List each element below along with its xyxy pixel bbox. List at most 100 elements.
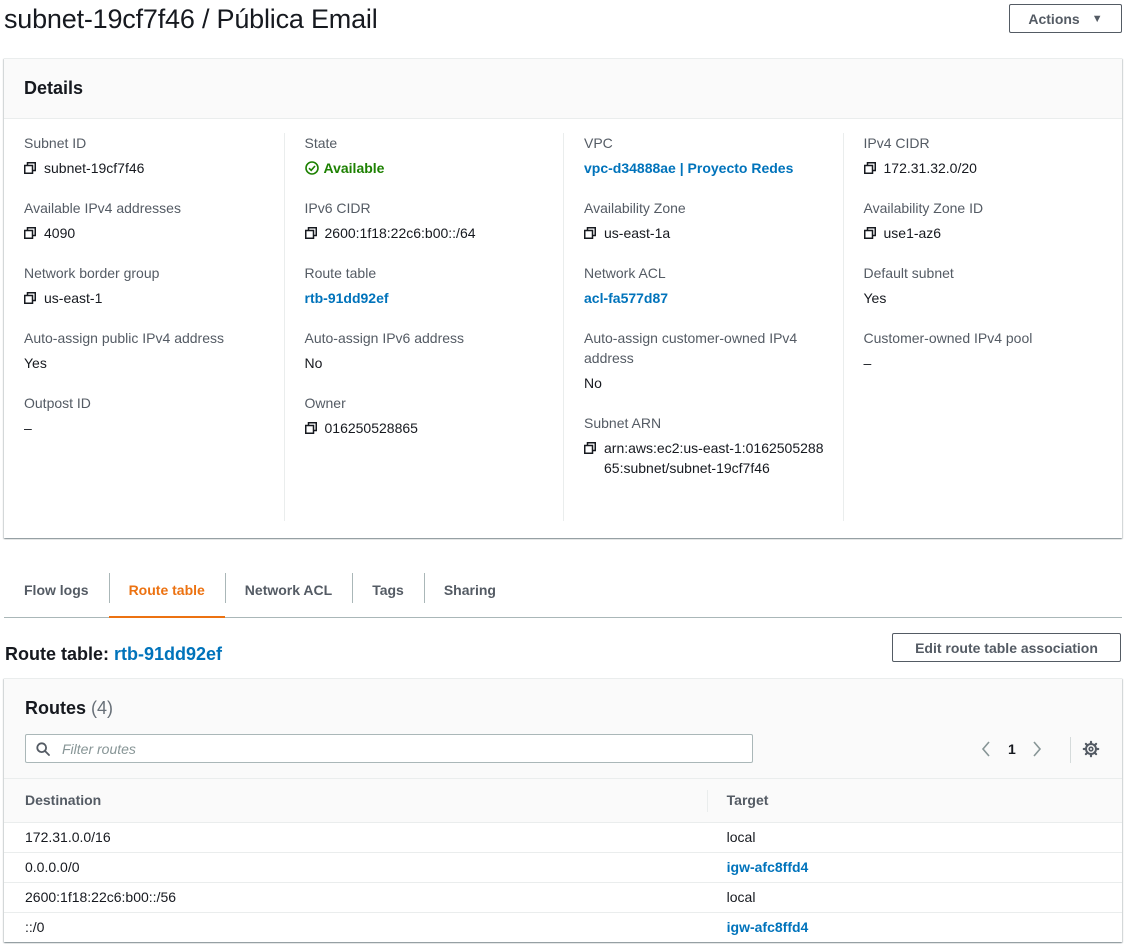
copy-icon[interactable] [304,422,317,434]
route-destination: 172.31.0.0/16 [4,822,707,853]
detail-field: Auto-assign public IPv4 address Yes [24,328,272,373]
route-destination: 0.0.0.0/0 [4,852,707,883]
column-header-target[interactable]: Target [706,779,1122,823]
status-text: Available [323,160,385,176]
table-row: 2600:1f18:22c6:b00::/56 local [4,882,1122,913]
detail-field: Auto-assign IPv6 address No [305,328,552,373]
detail-value: acl-fa577d87 [584,288,831,308]
routes-table: Destination Target 172.31.0.0/16 local 0.0… [4,779,1122,942]
detail-value: rtb-91dd92ef [305,288,552,308]
tab-sharing[interactable]: Sharing [423,563,516,617]
copy-icon[interactable] [304,227,317,239]
search-icon [36,741,50,756]
detail-field: Subnet ID subnet-19cf7f46 [24,133,272,178]
detail-value-text: No [304,355,323,371]
copy-icon[interactable] [584,227,596,239]
table-row: ::/0 igw-afc8ffd4 [4,912,1122,942]
filter-routes-input[interactable] [60,739,720,758]
column-header-destination[interactable]: Destination [4,779,707,823]
detail-field: Default subnet Yes [864,263,1111,308]
tab-network-acl[interactable]: Network ACL [224,563,352,617]
detail-value: Yes [24,353,272,373]
routes-header-row: Destination Target [4,779,1122,823]
details-column: Subnet ID subnet-19cf7f46 Available IPv4 a… [4,133,284,521]
tab-flow-logs[interactable]: Flow logs [4,563,109,617]
detail-field: IPv4 CIDR 172.31.32.0/20 [863,133,1111,178]
route-target: local [706,822,1122,853]
detail-label: Owner [304,395,346,411]
page-title: subnet-19cf7f46 / Pública Email [4,4,378,34]
detail-label: Availability Zone [584,200,686,216]
detail-label: VPC [584,135,613,151]
edit-route-table-association-button[interactable]: Edit route table association [892,633,1121,662]
tab-bar: Flow logs Route table Network ACL Tags Shari… [4,563,1122,618]
detail-field: Customer-owned IPv4 pool – [864,328,1111,373]
detail-label: Network border group [24,265,160,281]
detail-label: Customer-owned IPv4 pool [863,330,1033,346]
detail-value-text: Yes [863,290,887,306]
detail-label: Subnet ARN [584,415,662,431]
detail-label: IPv6 CIDR [304,200,371,216]
page-number[interactable]: 1 [1008,741,1016,757]
detail-field: Network ACL acl-fa577d87 [584,263,831,308]
detail-field: VPC vpc-d34888ae | Proyecto Redes [584,133,831,178]
copy-icon[interactable] [24,292,36,304]
table-row: 172.31.0.0/16 local [4,822,1122,853]
details-column: State Available IPv6 CIDR 2600:1f18:22c6:b0… [283,133,564,521]
detail-field: Available IPv4 addresses 4090 [24,198,272,243]
details-header: Details [4,59,1122,119]
copy-icon[interactable] [863,227,876,239]
tab-route-table[interactable]: Route table [108,563,226,618]
previous-page-icon[interactable] [980,738,992,760]
copy-icon[interactable] [863,162,876,174]
copy-icon[interactable] [584,442,596,454]
details-column: IPv4 CIDR 172.31.32.0/20 Availability Zone… [842,133,1123,521]
table-row: 0.0.0.0/0 igw-afc8ffd4 [4,852,1122,883]
detail-link[interactable]: acl-fa577d87 [584,288,668,308]
check-circle-icon [304,161,319,175]
tab-tags[interactable]: Tags [352,563,424,617]
pagination-divider [1070,737,1071,763]
status-available: Available [304,158,385,178]
route-target-link[interactable]: igw-afc8ffd4 [707,912,1122,942]
detail-link[interactable]: rtb-91dd92ef [305,288,389,308]
detail-value-text: – [863,355,872,371]
copy-icon[interactable] [24,162,36,174]
route-table-link[interactable]: rtb-91dd92ef [114,644,222,664]
caret-down-icon: ▼ [1091,12,1103,25]
pagination: 1 [980,738,1043,760]
detail-field: Outpost ID – [24,393,272,438]
detail-value: arn:aws:ec2:us-east-1:016250528865:subne… [584,438,831,478]
route-table-heading-label: Route table: [5,644,115,664]
detail-label: Outpost ID [24,395,91,411]
detail-label: IPv4 CIDR [863,135,930,151]
routes-panel: Routes (4) 1 [4,678,1122,942]
detail-link[interactable]: vpc-d34888ae | Proyecto Redes [584,158,793,178]
detail-label: Route table [304,265,377,281]
next-page-icon[interactable] [1031,738,1043,760]
details-heading: Details [24,78,84,98]
copy-icon[interactable] [24,227,36,239]
actions-label: Actions [1028,10,1080,27]
detail-value-text: use1-az6 [883,225,942,241]
routes-title: Routes (4) [25,698,113,719]
detail-value: subnet-19cf7f46 [24,158,272,178]
detail-value: us-east-1 [24,288,272,308]
detail-field: Availability Zone us-east-1a [584,198,831,243]
route-destination: 2600:1f18:22c6:b00::/56 [4,882,707,913]
detail-value: 016250528865 [304,418,552,438]
detail-value: us-east-1a [584,223,831,243]
detail-value-text: No [584,375,602,391]
detail-value: Yes [864,288,1111,308]
routes-title-label: Routes [25,698,87,718]
routes-count: (4) [91,698,114,718]
route-target-link[interactable]: igw-afc8ffd4 [706,852,1122,883]
detail-value-text: us-east-1a [604,225,671,241]
route-table-heading: Route table: rtb-91dd92ef [5,642,222,666]
detail-field: Availability Zone ID use1-az6 [863,198,1111,243]
detail-value: – [864,353,1111,373]
gear-icon[interactable] [1082,740,1100,758]
actions-button[interactable]: Actions ▼ [1009,4,1122,33]
routes-header: Routes (4) 1 [4,679,1122,779]
details-panel: Details Subnet ID subnet-19cf7f46 Availabl… [4,58,1122,538]
